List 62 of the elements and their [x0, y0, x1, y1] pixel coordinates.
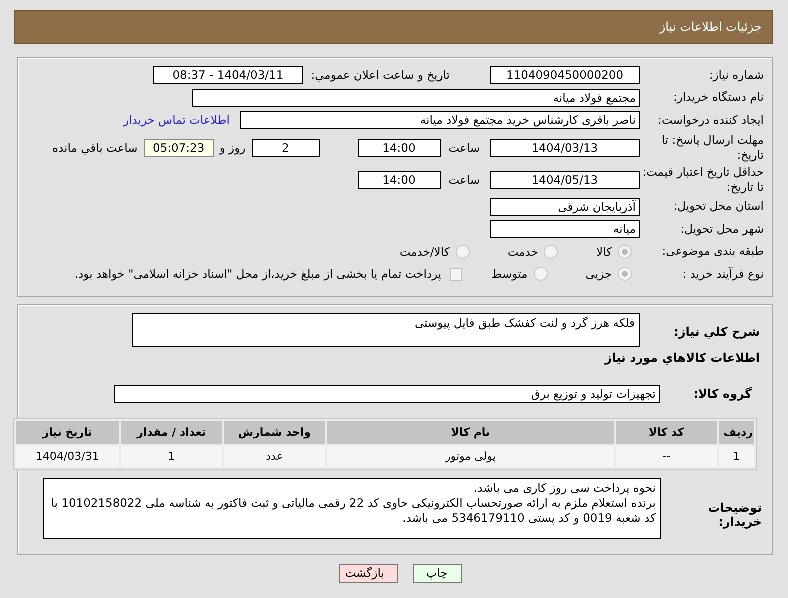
field-label: حداقل تاریخ اعتبار قیمت: تا تاریخ:	[642, 164, 765, 194]
field-label: نوع فرآیند خرید :	[682, 266, 765, 282]
table-cell: --	[616, 446, 718, 466]
table-cell: 1	[719, 446, 754, 466]
field-label: توضیحات خریدار:	[707, 500, 763, 528]
text-area: فلکه هرز گرد و لنت کفشک طبق فایل پیوستی	[132, 313, 640, 347]
field-label: طبقه بندی موضوعی:	[661, 244, 765, 260]
radio-label: متوسط	[492, 267, 528, 282]
radio-label: کالا/خدمت	[400, 244, 450, 259]
column-header: تاریخ نیاز	[16, 420, 120, 444]
input-field: 14:00	[358, 170, 441, 188]
field-label: شهر محل تحویل:	[680, 222, 765, 237]
checkbox[interactable]	[450, 268, 462, 281]
field-label: شرح کلي نياز:	[673, 324, 761, 339]
input-field: 1404/03/13	[490, 138, 640, 156]
field-label: استان محل تحویل:	[672, 199, 765, 214]
radio-button[interactable]	[544, 244, 558, 259]
checkbox-label: پرداخت تمام یا بخشی از مبلغ خرید،از محل "اسناد خزانه اسلامی" خواهد بود.	[74, 267, 442, 282]
input-field: 1404/05/13	[490, 170, 640, 188]
input-field: 2	[252, 138, 320, 156]
table-cell: 1404/03/31	[16, 446, 120, 466]
input-field: 14:00	[358, 138, 441, 156]
print-button[interactable]: چاپ	[412, 564, 462, 583]
field-label: تاریخ و ساعت اعلان عمومي:	[311, 68, 450, 82]
input-field: 1404/03/11 - 08:37	[153, 66, 304, 84]
input-field: آذربایجان شرقی	[490, 198, 640, 216]
input-field: تجهیزات تولید و توزیع برق	[114, 384, 660, 402]
section-title: اطلاعات کالاهاي مورد نياز	[605, 351, 761, 366]
radio-button[interactable]	[534, 267, 548, 282]
input-field: مجتمع فولاد میانه	[192, 88, 640, 107]
table-cell: پولی موتور	[327, 446, 614, 466]
radio-button[interactable]	[456, 244, 470, 259]
table-cell: عدد	[224, 446, 326, 466]
field-label: شماره نیاز:	[708, 68, 765, 83]
field-label: نام دستگاه خریدار:	[672, 90, 765, 106]
radio-label: جزیی	[586, 267, 612, 282]
notes-line: نحوه پرداخت سی روز کاری می باشد.	[473, 480, 656, 496]
column-header: کد کالا	[616, 420, 718, 444]
field-label: روز و	[220, 140, 246, 154]
field-label: ساعت	[448, 172, 480, 186]
table-cell: 1	[121, 446, 222, 466]
radio-button[interactable]	[618, 267, 632, 282]
field-label: گروه کالا:	[692, 386, 753, 400]
field-label: ایجاد کننده درخواست:	[657, 112, 765, 128]
radio-label: خدمت	[508, 244, 538, 259]
radio-button[interactable]	[618, 244, 632, 259]
notes-line: برنده استعلام ملزم به ارائه صورتحساب الکترونیکی حاوی کد 22 رقمی مالیاتی و ثبت فاکتور به شناسه ملی 10102158022 با کد شعبه 0019 و کد پستی 5346179110 می باشد.	[50, 496, 656, 526]
field-label: ساعت	[448, 140, 480, 154]
column-header: ردیف	[719, 420, 754, 444]
column-header: واحد شمارش	[224, 420, 326, 444]
column-header: نام کالا	[327, 420, 614, 444]
column-header: تعداد / مقدار	[121, 420, 222, 444]
field-label: ساعت باقي مانده	[52, 140, 138, 154]
page-title: جزئیات اطلاعات نیاز	[660, 20, 762, 34]
contact-link[interactable]: اطلاعات تماس خریدار	[123, 113, 230, 128]
countdown-field: 05:07:23	[144, 138, 214, 156]
input-field: میانه	[490, 220, 640, 238]
input-field: 1104090450000200	[490, 66, 640, 84]
back-button[interactable]: بازگشت	[338, 564, 398, 583]
input-field: ناصر باقری کارشناس خرید مجتمع فولاد میانه	[240, 111, 640, 130]
radio-label: کالا	[596, 244, 612, 259]
field-label: مهلت ارسال پاسخ: تا تاریخ:	[660, 132, 765, 162]
